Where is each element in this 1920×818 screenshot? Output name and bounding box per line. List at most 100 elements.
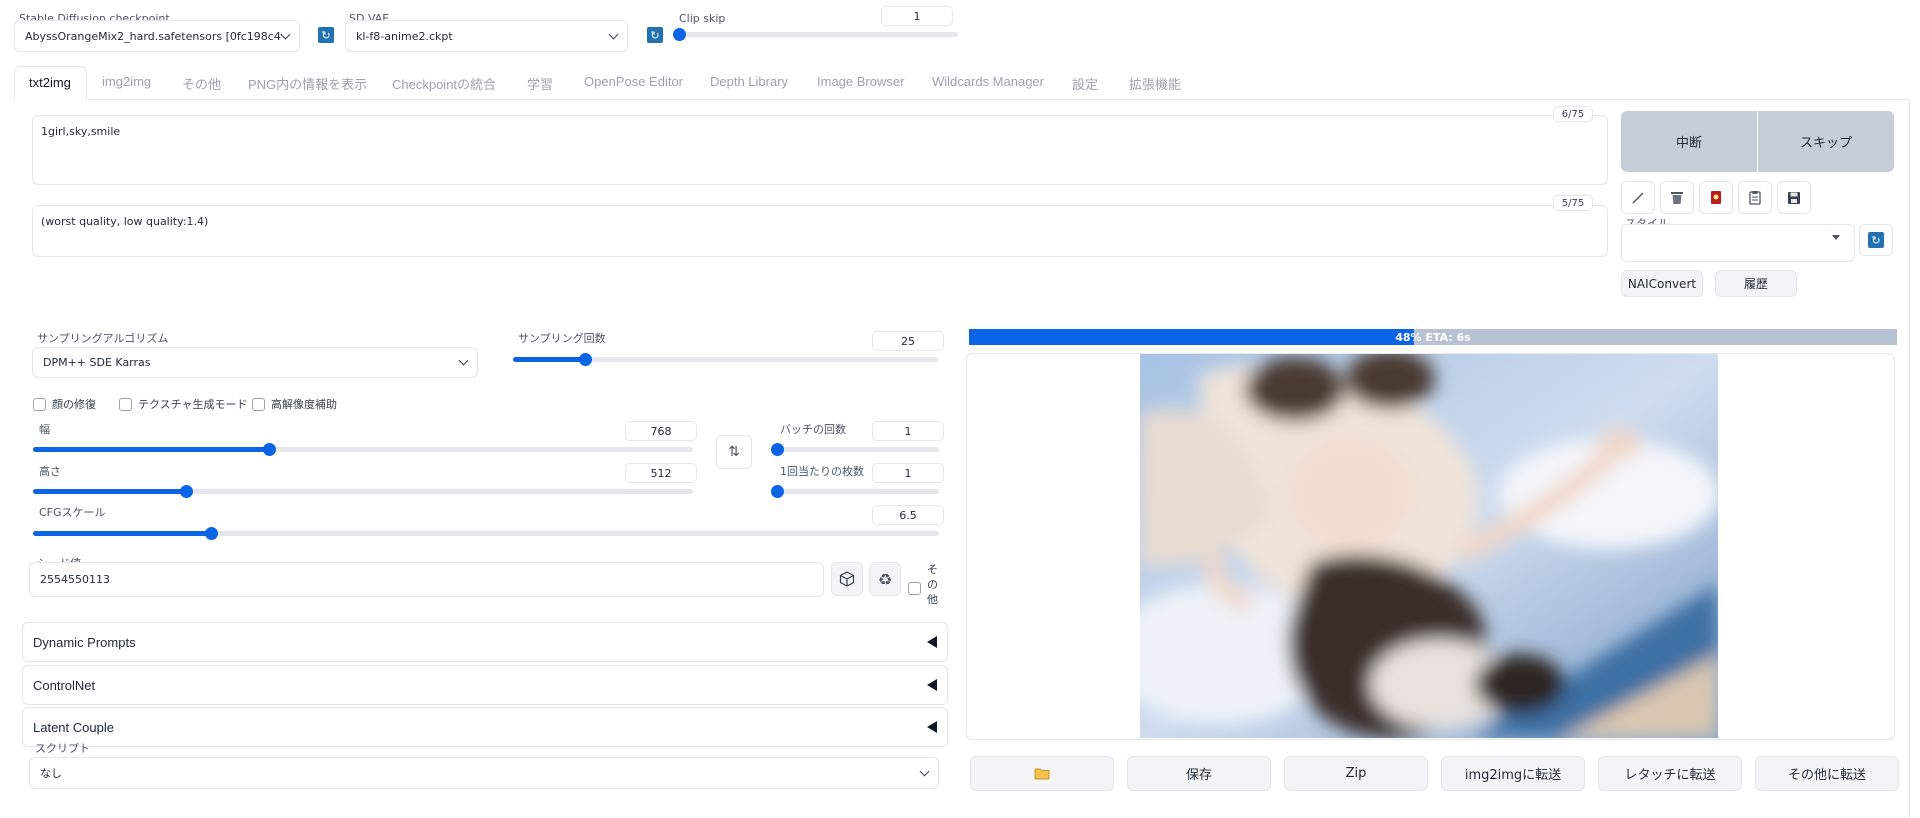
save-style-button[interactable] — [1777, 181, 1811, 214]
batch-size-slider[interactable] — [771, 483, 939, 499]
batch-count-slider[interactable] — [771, 441, 939, 457]
batch-size-input[interactable]: 1 — [872, 463, 944, 483]
tab-extras[interactable]: その他 — [182, 74, 221, 93]
checkpoint-dropdown[interactable]: AbyssOrangeMix2_hard.safetensors [0fc198… — [14, 20, 300, 52]
accordion-dynamic-prompts[interactable]: Dynamic Prompts — [22, 622, 948, 662]
cfg-slider[interactable] — [33, 525, 939, 541]
chevron-down-icon — [608, 29, 619, 39]
batch-size-label: 1回当たりの枚数 — [780, 465, 864, 478]
tab-extensions[interactable]: 拡張機能 — [1129, 74, 1181, 93]
prompt-textarea[interactable]: 1girl,sky,smile — [32, 115, 1608, 185]
zip-button[interactable]: Zip — [1284, 756, 1428, 791]
prompt-token-counter: 6/75 — [1553, 106, 1593, 122]
script-label: スクリプト — [35, 742, 90, 755]
recycle-icon: ♻ — [877, 569, 893, 589]
clip-skip-input[interactable]: 1 — [881, 6, 953, 26]
sampler-label: サンプリングアルゴリズム — [37, 332, 169, 345]
interrupt-button[interactable]: 中断 — [1621, 111, 1757, 172]
send-to-inpaint-button[interactable]: レタッチに転送 — [1598, 756, 1742, 791]
folder-icon — [1034, 768, 1050, 780]
skip-button[interactable]: スキップ — [1758, 111, 1894, 172]
dice-icon — [839, 571, 855, 587]
clipboard-icon — [1749, 191, 1761, 205]
pencil-icon — [1632, 192, 1644, 203]
negative-token-counter: 5/75 — [1553, 195, 1593, 211]
seed-input[interactable]: 2554550113 — [29, 562, 824, 597]
reuse-seed-button[interactable]: ♻ — [869, 562, 901, 596]
face-restore-label: 顔の修復 — [52, 398, 96, 411]
refresh-icon[interactable]: ↻ — [318, 27, 334, 43]
tab-depth-library[interactable]: Depth Library — [710, 74, 788, 89]
naiconvert-button[interactable]: NAIConvert — [1621, 270, 1703, 297]
tab-png-info[interactable]: PNG内の情報を表示 — [248, 74, 367, 93]
tab-wildcards-manager[interactable]: Wildcards Manager — [932, 74, 1044, 89]
tiling-checkbox[interactable]: テクスチャ生成モード — [119, 396, 248, 412]
script-dropdown[interactable]: なし — [29, 757, 939, 789]
width-input[interactable]: 768 — [625, 421, 697, 441]
checkbox-box[interactable] — [252, 397, 265, 411]
negative-prompt-text: (worst quality, low quality:1.4) — [41, 215, 209, 228]
random-seed-button[interactable] — [831, 562, 863, 596]
refresh-icon[interactable]: ↻ — [647, 27, 663, 43]
negative-prompt-textarea[interactable]: (worst quality, low quality:1.4) — [32, 205, 1608, 257]
accordion-latent-couple[interactable]: Latent Couple — [22, 707, 948, 747]
progress-text: 48% ETA: 6s — [1395, 330, 1471, 344]
progress-bar: 48% ETA: 6s — [969, 329, 1897, 345]
seed-extra-checkbox[interactable] — [908, 582, 921, 595]
send-to-extras-button[interactable]: その他に転送 — [1755, 756, 1899, 791]
accordion-controlnet[interactable]: ControlNet — [22, 665, 948, 705]
hires-fix-checkbox[interactable]: 高解像度補助 — [252, 396, 337, 412]
accordion-label: Latent Couple — [33, 719, 114, 735]
pencil-button[interactable] — [1621, 181, 1655, 214]
swap-icon: ⇅ — [728, 444, 740, 460]
collapse-arrow-icon — [927, 679, 937, 691]
face-restore-checkbox[interactable]: 顔の修復 — [33, 396, 96, 412]
steps-slider[interactable] — [513, 351, 938, 367]
generated-image[interactable] — [1140, 354, 1718, 738]
height-input[interactable]: 512 — [625, 463, 697, 483]
width-slider[interactable] — [33, 441, 693, 457]
tab-train[interactable]: 学習 — [527, 74, 553, 93]
panel-right-border — [1909, 99, 1910, 818]
accordion-label: Dynamic Prompts — [33, 634, 136, 650]
height-slider[interactable] — [33, 483, 693, 499]
save-icon — [1788, 191, 1800, 204]
refresh-icon: ↻ — [1868, 232, 1884, 248]
style-dropdown[interactable] — [1621, 224, 1855, 262]
tab-settings[interactable]: 設定 — [1072, 74, 1098, 93]
batch-count-label: バッチの回数 — [780, 423, 846, 436]
tab-checkpoint-merger[interactable]: Checkpointの統合 — [392, 74, 496, 93]
steps-label: サンプリング回数 — [518, 332, 606, 345]
tab-image-browser[interactable]: Image Browser — [817, 74, 904, 89]
tab-txt2img[interactable]: txt2img — [14, 66, 87, 100]
history-button[interactable]: 履歴 — [1715, 270, 1797, 297]
style-refresh-button[interactable]: ↻ — [1859, 224, 1893, 256]
clear-button[interactable] — [1660, 181, 1694, 214]
apply-style-button[interactable] — [1738, 181, 1772, 214]
clip-skip-slider[interactable] — [673, 26, 958, 42]
checkbox-box[interactable] — [119, 397, 132, 411]
open-folder-button[interactable] — [970, 756, 1114, 791]
swap-dimensions-button[interactable]: ⇅ — [716, 435, 752, 469]
sampler-dropdown[interactable]: DPM++ SDE Karras — [32, 347, 478, 378]
tabs-divider — [14, 99, 1910, 100]
vae-dropdown[interactable]: kl-f8-anime2.ckpt — [345, 20, 628, 52]
card-icon — [1711, 191, 1721, 204]
cfg-input[interactable]: 6.5 — [872, 505, 944, 525]
extra-networks-button[interactable] — [1699, 181, 1733, 214]
send-to-img2img-button[interactable]: img2imgに転送 — [1441, 756, 1585, 791]
batch-count-input[interactable]: 1 — [872, 421, 944, 441]
prompt-text: 1girl,sky,smile — [41, 125, 121, 138]
tab-openpose-editor[interactable]: OpenPose Editor — [584, 74, 683, 89]
clip-skip-label: Clip skip — [679, 12, 726, 25]
generated-image-canvas — [1140, 354, 1718, 738]
tab-img2img[interactable]: img2img — [102, 74, 151, 89]
steps-input[interactable]: 25 — [872, 331, 944, 351]
chevron-down-icon — [458, 355, 469, 366]
cfg-label: CFGスケール — [39, 506, 106, 519]
tab-txt2img-label: txt2img — [29, 75, 71, 90]
save-button[interactable]: 保存 — [1127, 756, 1271, 791]
sampler-value: DPM++ SDE Karras — [43, 356, 151, 369]
seed-extra-label: その他 — [927, 563, 938, 606]
checkbox-box[interactable] — [33, 397, 46, 411]
